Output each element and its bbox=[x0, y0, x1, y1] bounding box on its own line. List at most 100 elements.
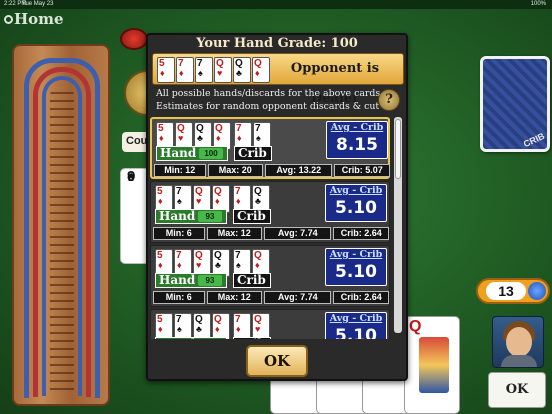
stat-max: Max: 20 bbox=[207, 164, 264, 177]
hand-score-badge: 93 bbox=[198, 211, 222, 222]
card-suit-icon: ♠ bbox=[256, 133, 261, 143]
avg-crib-value: 8.15 bbox=[336, 135, 378, 155]
crib-label: Crib bbox=[234, 146, 272, 161]
mini-card: 7 ♠ bbox=[195, 57, 213, 83]
score-value: 13 bbox=[486, 282, 526, 300]
mini-card: Q ♦ bbox=[252, 57, 270, 83]
mini-card: 5 ♦ bbox=[157, 57, 175, 83]
avg-crib-label: Avg - Crib bbox=[329, 249, 383, 260]
opponent-avatar bbox=[492, 316, 544, 368]
avg-crib-box: Avg - Crib 5.10 bbox=[325, 312, 387, 339]
card-suit-icon: ♦ bbox=[158, 324, 163, 334]
card-suit-icon: ♠ bbox=[177, 324, 182, 334]
stats-row: Min: 6 Max: 12 Avg: 7.74 Crib: 2.64 bbox=[153, 227, 389, 241]
home-label: Home bbox=[14, 10, 64, 28]
crib-label: Crib bbox=[233, 209, 271, 224]
status-bar: 2:22 PM Tue May 23 100% bbox=[0, 0, 552, 9]
card-suit-icon: ♠ bbox=[177, 196, 182, 206]
stat-min: Min: 6 bbox=[153, 291, 205, 304]
card-suit-icon: ♥ bbox=[255, 324, 261, 334]
help-icon[interactable]: ? bbox=[378, 89, 400, 111]
hand-card-queen[interactable]: Q bbox=[404, 316, 460, 414]
card-suit-icon: ♥ bbox=[178, 133, 184, 143]
stat-avg: Avg: 7.74 bbox=[264, 227, 332, 240]
home-icon bbox=[4, 15, 13, 24]
stat-avg: Avg: 13.22 bbox=[265, 164, 333, 177]
card-suit-icon: ♥ bbox=[196, 196, 202, 206]
card-suit-icon: ♣ bbox=[255, 196, 261, 206]
card-suit-icon: ♥ bbox=[196, 260, 202, 270]
home-button[interactable]: Home bbox=[4, 10, 64, 28]
stat-crib: Crib: 2.64 bbox=[333, 227, 389, 240]
corner-ok-button[interactable]: OK bbox=[488, 372, 546, 408]
crib-label: Crib bbox=[233, 273, 271, 288]
battery-level: 100% bbox=[530, 1, 546, 7]
stat-min: Min: 12 bbox=[154, 164, 206, 177]
stat-max: Max: 12 bbox=[206, 291, 263, 304]
dealt-hand-strip: 5 ♦ 7 ♦ 7 ♠ Q ♥ Q ♣ Q ♦ Opponent is Dealer bbox=[152, 53, 404, 106]
stat-min: Min: 6 bbox=[153, 227, 205, 240]
card-suit-icon: ♦ bbox=[236, 196, 241, 206]
score-badge: 13 bbox=[476, 278, 550, 304]
stat-max: Max: 12 bbox=[206, 227, 263, 240]
hand-cards: 5 ♦ 7 ♠ Q ♣ Q ♦ bbox=[155, 313, 230, 339]
results-list[interactable]: 5♦7♠Q♣Q♦7♦Q♥Hand93CribAvg - Crib5.105♦7♦… bbox=[150, 115, 406, 339]
scrollbar-thumb[interactable] bbox=[395, 119, 401, 179]
mini-card: 7 ♦ bbox=[233, 313, 251, 339]
card-suit-icon: ♦ bbox=[177, 260, 182, 270]
dealt-cards: 5 ♦ 7 ♦ 7 ♠ Q ♥ Q ♣ Q ♦ bbox=[157, 57, 270, 83]
result-row[interactable]: 5 ♦ 7 ♦ Q ♥ Q ♣ 7 ♠ Q ♦ Hand 93 Crib Avg - Crib 5.10 Min:… bbox=[150, 245, 390, 307]
description: All possible hands/discards for the abov… bbox=[152, 87, 404, 115]
card-suit-icon: ♣ bbox=[196, 324, 202, 334]
mini-card: 5 ♦ bbox=[155, 313, 173, 339]
hand-grade-dialog: Your Hand Grade: 100 5 ♦ 7 ♦ 7 ♠ Q ♥ Q ♣ Q ♦ Oppone… bbox=[146, 33, 408, 381]
dialog-title: Your Hand Grade: 100 bbox=[196, 36, 358, 51]
card-suit-icon: ♦ bbox=[236, 324, 241, 334]
description-line-2: Estimates for random opponent discards &… bbox=[156, 101, 380, 112]
avg-crib-label: Avg - Crib bbox=[329, 313, 383, 324]
card-suit-icon: ♦ bbox=[237, 133, 242, 143]
queen-art-icon bbox=[419, 337, 449, 393]
crib-deck-label: CRIB bbox=[521, 130, 547, 150]
mini-card: Q ♣ bbox=[233, 57, 251, 83]
avg-crib-box: Avg - Crib 5.10 bbox=[325, 248, 387, 286]
result-row[interactable]: 5 ♦ 7 ♠ Q ♥ Q ♦ 7 ♦ Q ♣ Hand 93 Crib Avg - Crib 5.10 Min:… bbox=[150, 181, 390, 243]
crib-cards: 7 ♦ Q ♥ bbox=[233, 313, 270, 339]
mini-card: Q ♣ bbox=[193, 313, 211, 339]
card-suit-icon: ♥ bbox=[217, 68, 223, 78]
card-suit-icon: ♦ bbox=[216, 133, 221, 143]
avg-crib-label: Avg - Crib bbox=[329, 185, 383, 196]
avg-crib-value: 5.10 bbox=[335, 198, 377, 218]
avatar-body bbox=[501, 355, 537, 367]
card-suit-icon: ♦ bbox=[255, 68, 260, 78]
stat-crib: Crib: 2.64 bbox=[333, 291, 389, 304]
ok-button[interactable]: OK bbox=[246, 345, 308, 377]
card-suit-icon: ♣ bbox=[215, 260, 221, 270]
card-suit-icon: ♦ bbox=[160, 68, 165, 78]
mini-card: 7 ♠ bbox=[174, 313, 192, 339]
result-row[interactable]: 5 ♦ Q ♥ Q ♣ Q ♦ 7 ♦ 7 ♠ Hand 100 Crib Avg - Crib 8.15 Min… bbox=[150, 117, 390, 179]
peg-holes bbox=[50, 86, 74, 396]
avg-crib-label: Avg - Crib bbox=[330, 122, 384, 133]
card-suit-icon: ♠ bbox=[236, 260, 241, 270]
crib-deck[interactable]: CRIB bbox=[480, 56, 550, 152]
result-row[interactable]: 5♦7♠Q♣Q♦7♦Q♥Hand93CribAvg - Crib5.10 bbox=[150, 309, 390, 339]
crib-label: Crib bbox=[233, 337, 271, 339]
card-suit-icon: ♦ bbox=[215, 324, 220, 334]
mini-card: Q ♦ bbox=[212, 313, 230, 339]
card-suit-icon: ♦ bbox=[255, 260, 260, 270]
status-date: Tue May 23 bbox=[22, 1, 54, 7]
stat-avg: Avg: 7.74 bbox=[264, 291, 332, 304]
avg-crib-value: 5.10 bbox=[335, 262, 377, 282]
card-suit-icon: ♦ bbox=[158, 196, 163, 206]
red-chip-icon bbox=[120, 28, 148, 50]
stat-crib: Crib: 5.07 bbox=[334, 164, 390, 177]
card-suit-icon: ♦ bbox=[179, 68, 184, 78]
mini-card: 7 ♦ bbox=[176, 57, 194, 83]
scrollbar[interactable] bbox=[394, 117, 402, 333]
hand-score-badge: 93 bbox=[198, 275, 222, 286]
card-suit-icon: ♣ bbox=[197, 133, 203, 143]
cribbage-board bbox=[12, 44, 110, 406]
card-suit-icon: ♠ bbox=[198, 68, 203, 78]
dealer-note: Opponent is Dealer bbox=[290, 61, 380, 106]
